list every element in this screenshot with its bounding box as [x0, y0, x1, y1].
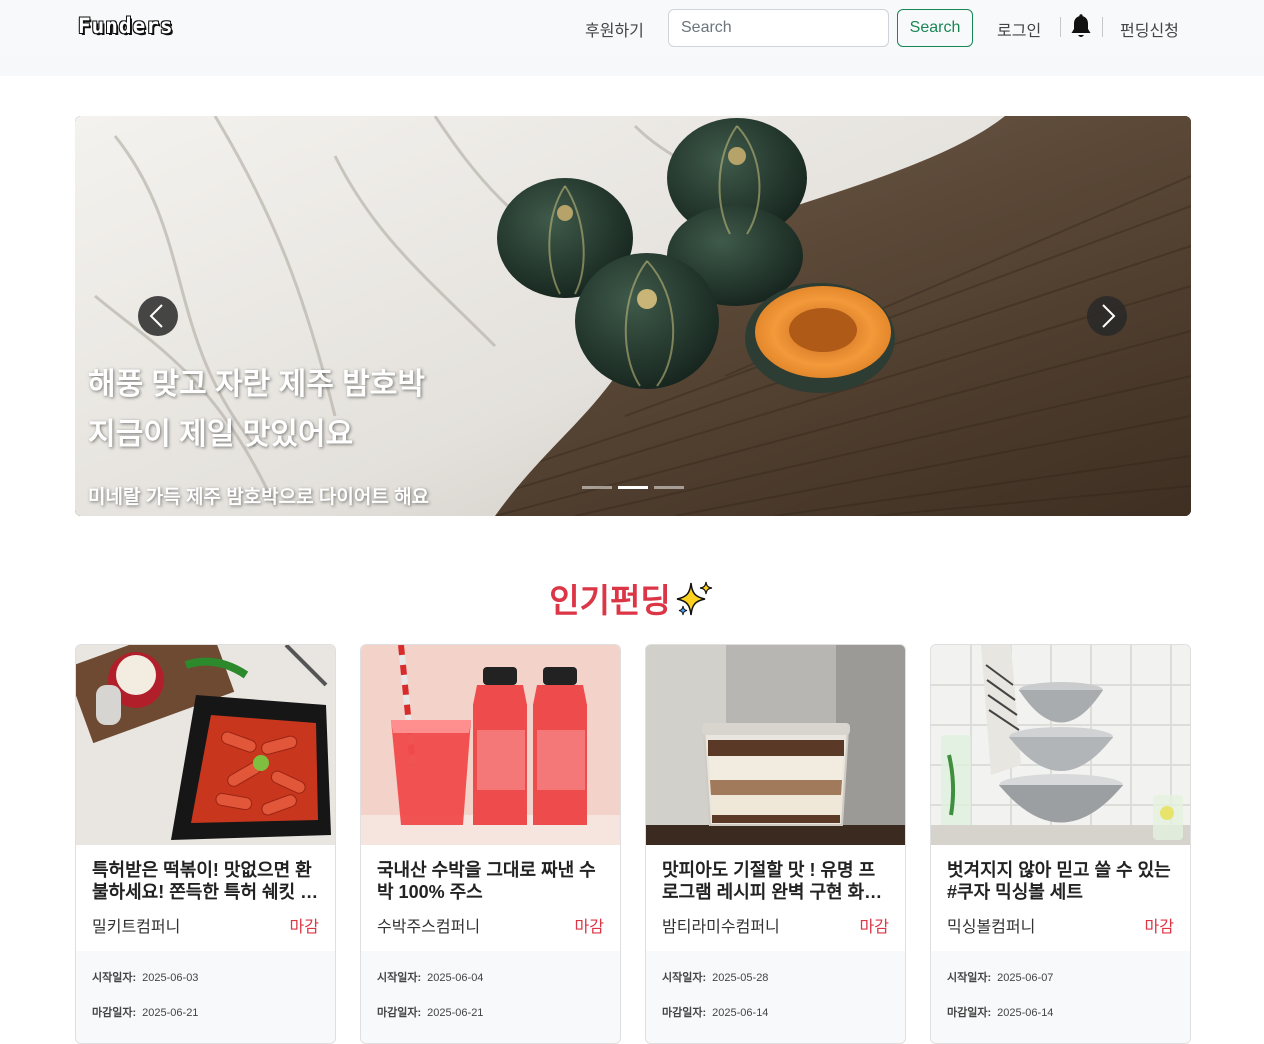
- card-image-tiramisu: [646, 645, 905, 845]
- nav-divider: [1060, 17, 1061, 37]
- card-end-date: 마감일자: 2025-06-21: [92, 1007, 199, 1019]
- card-status-badge: 마감: [1144, 919, 1174, 936]
- navbar: Funders 후원하기 Search 로그인 펀딩신청: [0, 0, 1264, 56]
- card-company: 수박주스컴퍼니: [377, 919, 481, 936]
- chevron-left-icon: [149, 304, 163, 328]
- card-footer: 시작일자: 2025-06-03 마감일자: 2025-06-21: [76, 951, 335, 1043]
- carousel-prev-button[interactable]: [138, 296, 178, 336]
- card-end-date: 마감일자: 2025-06-21: [377, 1007, 484, 1019]
- search-button[interactable]: Search: [897, 9, 973, 47]
- popular-title-text: 인기펀딩: [549, 582, 671, 619]
- card-start-date: 시작일자: 2025-06-07: [947, 972, 1054, 984]
- card-footer: 시작일자: 2025-05-28 마감일자: 2025-06-14: [646, 951, 905, 1043]
- nav-divider: [1102, 17, 1103, 37]
- caption-line-2: 지금이 제일 맛있어요: [88, 418, 354, 451]
- carousel-caption-subtitle: 미네랄 가득 제주 밤호박으로 다이어트 해요: [88, 487, 430, 508]
- card-start-date: 시작일자: 2025-06-03: [92, 972, 199, 984]
- card-title: 벗겨지지 않아 믿고 쓸 수 있는 #쿠자 믹싱볼 세트: [947, 860, 1171, 902]
- hero-carousel[interactable]: 해풍 맞고 자란 제주 밤호박 지금이 제일 맛있어요 미네랄 가득 제주 밤호…: [75, 116, 1191, 516]
- search-input[interactable]: [668, 9, 889, 47]
- funding-card[interactable]: 맛피아도 기절할 맛 ! 유명 프로그램 레시피 완벽 구현 화제의 티라미수 …: [645, 644, 906, 1044]
- card-company: 밤티라미수컴퍼니: [662, 919, 780, 936]
- logo[interactable]: Funders: [78, 14, 174, 38]
- carousel-indicators: [582, 486, 684, 489]
- card-start-date: 시작일자: 2025-05-28: [662, 972, 769, 984]
- card-image-mixing-bowls: [931, 645, 1190, 845]
- sparkles-icon: [675, 579, 715, 627]
- card-status-badge: 마감: [574, 919, 604, 936]
- card-company: 믹싱볼컴퍼니: [947, 919, 1036, 936]
- card-title: 맛피아도 기절할 맛 ! 유명 프로그램 레시피 완벽 구현 화제의 티라미수: [662, 860, 881, 902]
- card-end-date: 마감일자: 2025-06-14: [947, 1007, 1054, 1019]
- support-link[interactable]: 후원하기: [585, 17, 644, 41]
- card-start-date: 시작일자: 2025-06-04: [377, 972, 484, 984]
- caption-line-1: 해풍 맞고 자란 제주 밤호박: [88, 368, 425, 401]
- carousel-next-button[interactable]: [1087, 296, 1127, 336]
- funding-card[interactable]: 특허받은 떡볶이! 맛없으면 환불하세요! 쫀득한 특허 쉐킷 떡볶이 밀키트컴…: [75, 644, 336, 1044]
- card-end-date: 마감일자: 2025-06-14: [662, 1007, 769, 1019]
- carousel-indicator-2[interactable]: [618, 486, 648, 489]
- card-status-badge: 마감: [289, 919, 319, 936]
- navbar-spacer: [0, 56, 1264, 76]
- card-title: 국내산 수박을 그대로 짜낸 수박 100% 주스: [377, 860, 596, 902]
- card-image-tteokbokki: [76, 645, 335, 845]
- card-status-badge: 마감: [859, 919, 889, 936]
- carousel-indicator-3[interactable]: [654, 486, 684, 489]
- funding-apply-link[interactable]: 펀딩신청: [1120, 17, 1179, 41]
- card-footer: 시작일자: 2025-06-07 마감일자: 2025-06-14: [931, 951, 1190, 1043]
- carousel-indicator-1[interactable]: [582, 486, 612, 489]
- card-company: 밀키트컴퍼니: [92, 919, 181, 936]
- card-title: 특허받은 떡볶이! 맛없으면 환불하세요! 쫀득한 특허 쉐킷 떡볶이: [92, 860, 317, 902]
- chevron-right-icon: [1102, 304, 1116, 328]
- funding-card[interactable]: 국내산 수박을 그대로 짜낸 수박 100% 주스 수박주스컴퍼니 마감 시작일…: [360, 644, 621, 1044]
- carousel-caption-title: 해풍 맞고 자란 제주 밤호박 지금이 제일 맛있어요: [88, 360, 425, 460]
- card-image-watermelon-juice: [361, 645, 620, 845]
- login-link[interactable]: 로그인: [997, 17, 1041, 41]
- popular-section-title: 인기펀딩: [0, 574, 1264, 627]
- bell-icon[interactable]: [1069, 14, 1093, 40]
- card-footer: 시작일자: 2025-06-04 마감일자: 2025-06-21: [361, 951, 620, 1043]
- funding-card[interactable]: 벗겨지지 않아 믿고 쓸 수 있는 #쿠자 믹싱볼 세트 믹싱볼컴퍼니 마감 시…: [930, 644, 1191, 1044]
